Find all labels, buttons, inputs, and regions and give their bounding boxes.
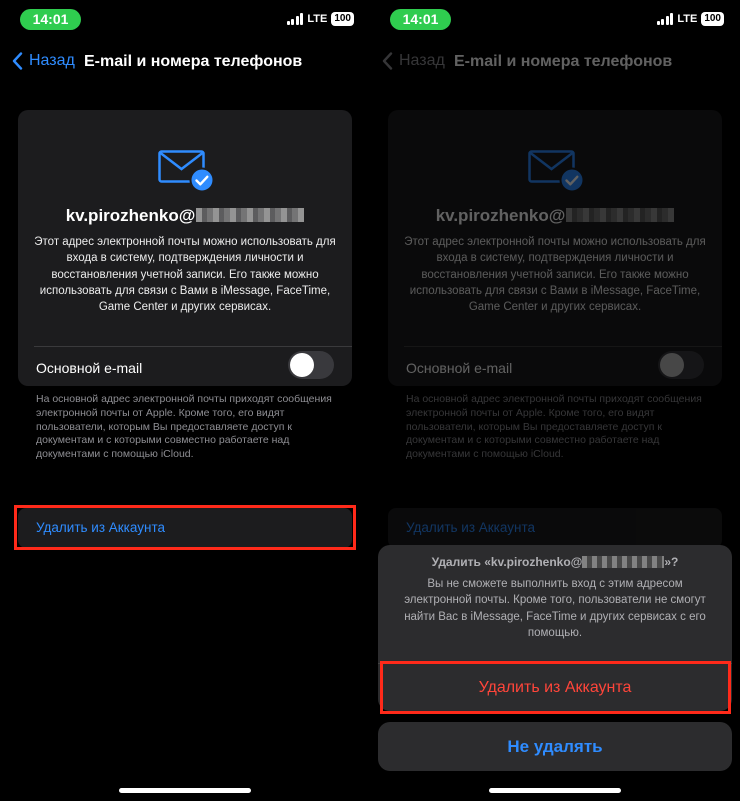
battery-icon: 100 bbox=[701, 12, 724, 26]
primary-email-footnote: На основной адрес электронной почты прих… bbox=[36, 393, 332, 461]
redacted-domain bbox=[196, 208, 305, 222]
email-user: kv.pirozhenko@ bbox=[65, 206, 196, 225]
status-time: 14:01 bbox=[390, 9, 451, 30]
confirm-delete-button[interactable]: Удалить из Аккаунта bbox=[378, 664, 732, 711]
sheet-title-prefix: Удалить «kv.pirozhenko@ bbox=[431, 555, 583, 569]
back-label: Назад bbox=[399, 52, 445, 69]
navigation-bar: Назад E-mail и номера телефонов bbox=[370, 52, 740, 74]
status-indicators: LTE 100 bbox=[656, 12, 724, 26]
back-button: Назад bbox=[382, 52, 445, 70]
envelope-check-icon bbox=[528, 150, 585, 193]
left-screen: 14:01 LTE 100 Назад E-mail и номера теле… bbox=[0, 0, 370, 801]
sheet-message: Вы не сможете выполнить вход с этим адре… bbox=[404, 578, 706, 639]
redacted-domain bbox=[566, 208, 675, 222]
remove-from-account-label: Удалить из Аккаунта bbox=[406, 520, 535, 535]
back-button[interactable]: Назад bbox=[12, 52, 75, 70]
envelope-check-icon bbox=[158, 150, 215, 193]
primary-email-toggle bbox=[658, 351, 704, 379]
battery-icon: 100 bbox=[331, 12, 354, 26]
remove-from-account-button: Удалить из Аккаунта bbox=[388, 508, 722, 548]
toggle-knob bbox=[660, 353, 684, 377]
page-title: E-mail и номера телефонов bbox=[84, 53, 303, 70]
primary-email-footnote: На основной адрес электронной почты прих… bbox=[406, 393, 702, 461]
sheet-title-suffix: »? bbox=[664, 555, 679, 569]
status-time: 14:01 bbox=[20, 9, 81, 30]
navigation-bar: Назад E-mail и номера телефонов bbox=[0, 52, 370, 74]
card-divider bbox=[404, 346, 722, 347]
signal-icon bbox=[656, 13, 674, 25]
email-card: kv.pirozhenko@ Этот адрес электронной по… bbox=[18, 110, 352, 386]
chevron-left-icon bbox=[12, 52, 23, 70]
signal-icon bbox=[286, 13, 304, 25]
page-title: E-mail и номера телефонов bbox=[454, 53, 673, 70]
email-description: Этот адрес электронной почты можно испол… bbox=[34, 236, 336, 314]
network-label: LTE bbox=[307, 13, 328, 25]
remove-from-account-button[interactable]: Удалить из Аккаунта bbox=[18, 508, 352, 548]
redacted-domain bbox=[582, 556, 665, 568]
primary-email-label: Основной e-mail bbox=[36, 360, 143, 376]
toggle-knob bbox=[290, 353, 314, 377]
email-address: kv.pirozhenko@ bbox=[388, 206, 722, 226]
chevron-left-icon bbox=[382, 52, 393, 70]
cancel-button[interactable]: Не удалять bbox=[378, 722, 732, 771]
network-label: LTE bbox=[677, 13, 698, 25]
sheet-title: Удалить «kv.pirozhenko@ »? bbox=[378, 555, 732, 569]
primary-email-label: Основной e-mail bbox=[406, 360, 513, 376]
email-user: kv.pirozhenko@ bbox=[435, 206, 566, 225]
delete-confirmation-sheet: Удалить «kv.pirozhenko@ »? Вы не сможете … bbox=[378, 545, 732, 711]
status-indicators: LTE 100 bbox=[286, 12, 354, 26]
home-indicator bbox=[119, 788, 251, 793]
card-divider bbox=[34, 346, 352, 347]
remove-from-account-label: Удалить из Аккаунта bbox=[36, 520, 165, 535]
primary-email-toggle[interactable] bbox=[288, 351, 334, 379]
email-address: kv.pirozhenko@ bbox=[18, 206, 352, 226]
back-label: Назад bbox=[29, 52, 75, 69]
home-indicator bbox=[489, 788, 621, 793]
email-description: Этот адрес электронной почты можно испол… bbox=[404, 236, 706, 314]
email-card: kv.pirozhenko@ Этот адрес электронной по… bbox=[388, 110, 722, 386]
